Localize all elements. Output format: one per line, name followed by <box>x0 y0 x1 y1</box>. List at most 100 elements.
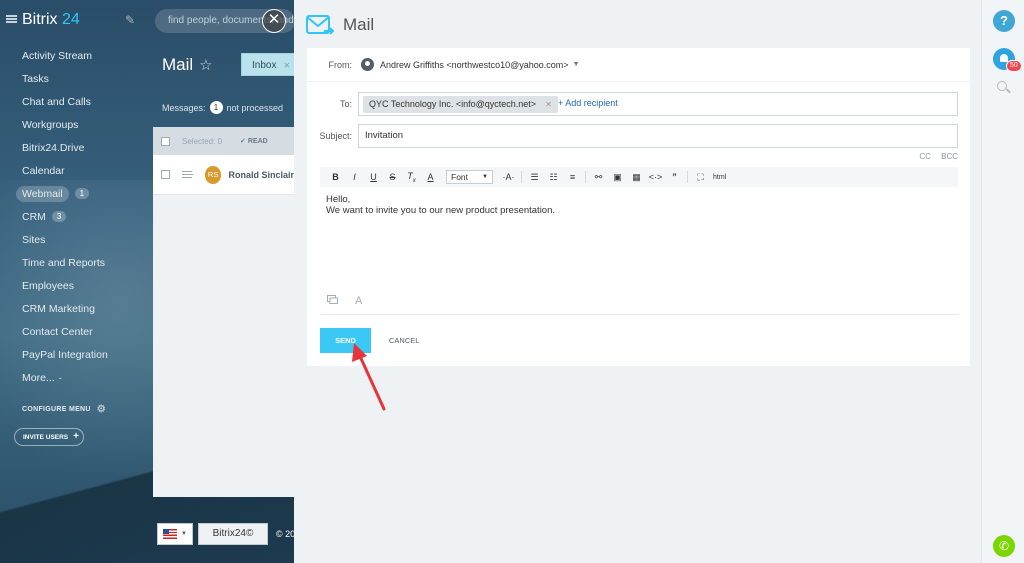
clear-format-icon[interactable]: Tx <box>402 171 421 184</box>
app-logo[interactable]: Bitrix 24 <box>22 11 80 29</box>
plus-icon: + <box>73 431 79 442</box>
composer-header: Mail <box>306 13 374 37</box>
sidebar-item-calendar[interactable]: Calendar <box>0 159 150 182</box>
row-checkbox[interactable] <box>161 170 170 179</box>
subject-input[interactable]: Invitation <box>358 124 958 148</box>
crm-count-badge: 3 <box>51 211 67 222</box>
menu-icon[interactable] <box>6 15 17 23</box>
sidebar-item-paypal[interactable]: PayPal Integration <box>0 343 150 366</box>
language-selector[interactable]: ▼ <box>157 523 193 545</box>
table-icon[interactable]: ▦ <box>627 172 646 183</box>
font-select[interactable]: Font ▼ <box>446 170 493 184</box>
attachment-icon[interactable] <box>327 295 338 307</box>
numbered-list-icon[interactable]: ☰ <box>525 172 544 183</box>
sidebar-item-label: Employees <box>22 279 74 292</box>
sidebar-item-crm[interactable]: CRM 3 <box>0 205 150 228</box>
strikethrough-icon[interactable]: S <box>383 172 402 182</box>
mail-composer-slider: Mail From: Andrew Griffiths <northwestco… <box>294 0 981 563</box>
not-processed-label: not processed <box>226 102 284 113</box>
italic-icon[interactable]: I <box>345 172 364 182</box>
phone-icon[interactable]: ✆ <box>993 535 1015 557</box>
top-bar: Bitrix 24 ✎ find people, documents, and … <box>0 0 300 40</box>
quote-icon[interactable]: ” <box>665 172 684 182</box>
image-icon[interactable]: ▣ <box>608 172 627 183</box>
align-icon[interactable]: ≡ <box>563 172 582 182</box>
close-icon[interactable]: ✕ <box>545 100 552 109</box>
html-mode-toggle[interactable]: html <box>713 174 726 181</box>
close-icon[interactable]: ✕ <box>283 61 290 70</box>
inbox-filter-tab[interactable]: Inbox ✕ <box>241 53 296 76</box>
link-icon[interactable]: ⚯ <box>589 172 608 183</box>
to-field[interactable]: QYC Technology Inc. <info@qyctech.net> ✕ … <box>358 92 958 116</box>
from-selector[interactable]: Andrew Griffiths <northwestco10@yahoo.co… <box>380 60 569 70</box>
editor-bottom-tools: A <box>327 295 362 307</box>
recipient-chip[interactable]: QYC Technology Inc. <info@qyctech.net> ✕ <box>363 96 558 113</box>
chevron-down-icon[interactable]: ▼ <box>573 61 580 68</box>
bold-icon[interactable]: B <box>326 172 345 182</box>
fullscreen-icon[interactable]: ⛶ <box>691 172 710 183</box>
sidebar-item-more[interactable]: More... - <box>0 366 150 389</box>
menu-icon[interactable] <box>181 171 193 178</box>
pencil-icon[interactable]: ✎ <box>125 13 135 27</box>
bitrix24-button[interactable]: Bitrix24© <box>198 523 268 545</box>
to-label: To: <box>339 99 352 109</box>
bitrix24-label: Bitrix24 <box>212 528 246 539</box>
sidebar-item-chat[interactable]: Chat and Calls <box>0 90 150 113</box>
sidebar-item-label: Calendar <box>22 164 65 177</box>
close-slider-button[interactable]: ✕ <box>262 9 286 33</box>
cancel-button[interactable]: CANCEL <box>389 328 419 353</box>
help-icon[interactable]: ? <box>993 10 1015 32</box>
chevron-down-icon: ▼ <box>482 174 488 180</box>
list-item[interactable]: RS Ronald Sinclair <box>153 155 294 195</box>
subject-label: Subject: <box>319 131 352 141</box>
recipient-chip-label: QYC Technology Inc. <info@qyctech.net> <box>369 99 537 109</box>
to-row: To: QYC Technology Inc. <info@qyctech.ne… <box>307 92 958 116</box>
sidebar-item-time-reports[interactable]: Time and Reports <box>0 251 150 274</box>
font-size-icon[interactable]: ·A· <box>499 172 518 182</box>
search-icon[interactable] <box>997 81 1007 91</box>
star-icon[interactable]: ☆ <box>199 57 212 74</box>
sidebar-item-crm-marketing[interactable]: CRM Marketing <box>0 297 150 320</box>
send-button[interactable]: SEND <box>320 328 371 353</box>
notification-count-badge: 50 <box>1006 60 1022 72</box>
configure-menu-button[interactable]: CONFIGURE MENU ⚙ <box>22 404 106 415</box>
sidebar-item-label: More... <box>22 371 55 384</box>
text-color-icon[interactable]: A <box>421 172 440 182</box>
subject-row: Subject: Invitation <box>307 124 958 148</box>
list-header: Selected: 0 ✓ READ <box>153 127 294 155</box>
sidebar-item-activity-stream[interactable]: Activity Stream <box>0 44 150 67</box>
messages-count[interactable]: 1 <box>209 101 223 114</box>
configure-menu-label: CONFIGURE MENU <box>22 406 91 413</box>
sidebar-item-label: CRM <box>22 210 46 223</box>
form-divider <box>320 314 958 315</box>
sidebar-item-workgroups[interactable]: Workgroups <box>0 113 150 136</box>
messages-label: Messages: <box>162 102 206 113</box>
sidebar-item-webmail[interactable]: Webmail 1 <box>0 182 150 205</box>
message-body-editor[interactable]: Hello, We want to invite you to our new … <box>326 194 555 216</box>
sidebar-item-drive[interactable]: Bitrix24.Drive <box>0 136 150 159</box>
cc-link[interactable]: CC <box>919 152 931 161</box>
us-flag-icon <box>163 529 178 539</box>
sidebar-item-tasks[interactable]: Tasks <box>0 67 150 90</box>
sidebar-item-contact-center[interactable]: Contact Center <box>0 320 150 343</box>
from-row: From: Andrew Griffiths <northwestco10@ya… <box>307 48 970 82</box>
body-line: We want to invite you to our new product… <box>326 205 556 216</box>
invite-users-button[interactable]: INVITE USERS + <box>14 428 84 446</box>
mark-read-button[interactable]: ✓ READ <box>240 137 268 145</box>
code-icon[interactable]: <·> <box>646 172 665 182</box>
messages-summary: Messages: 1 not processed <box>162 101 283 114</box>
bullet-list-icon[interactable]: ☷ <box>544 172 563 183</box>
select-all-checkbox[interactable] <box>161 136 170 146</box>
underline-icon[interactable]: U <box>364 172 383 182</box>
bcc-link[interactable]: BCC <box>941 152 958 161</box>
add-recipient-link[interactable]: + Add recipient <box>558 98 618 108</box>
gear-icon: ⚙ <box>96 404 107 415</box>
cc-bcc-links: CC BCC <box>911 152 958 161</box>
toolbar-divider <box>585 171 586 183</box>
sidebar-item-sites[interactable]: Sites <box>0 228 150 251</box>
sidebar-item-employees[interactable]: Employees <box>0 274 150 297</box>
sidebar-item-label: PayPal Integration <box>22 348 108 361</box>
mail-title-text: Mail <box>162 55 194 74</box>
sidebar-item-label: Time and Reports <box>22 256 106 269</box>
text-format-icon[interactable]: A <box>355 295 362 307</box>
